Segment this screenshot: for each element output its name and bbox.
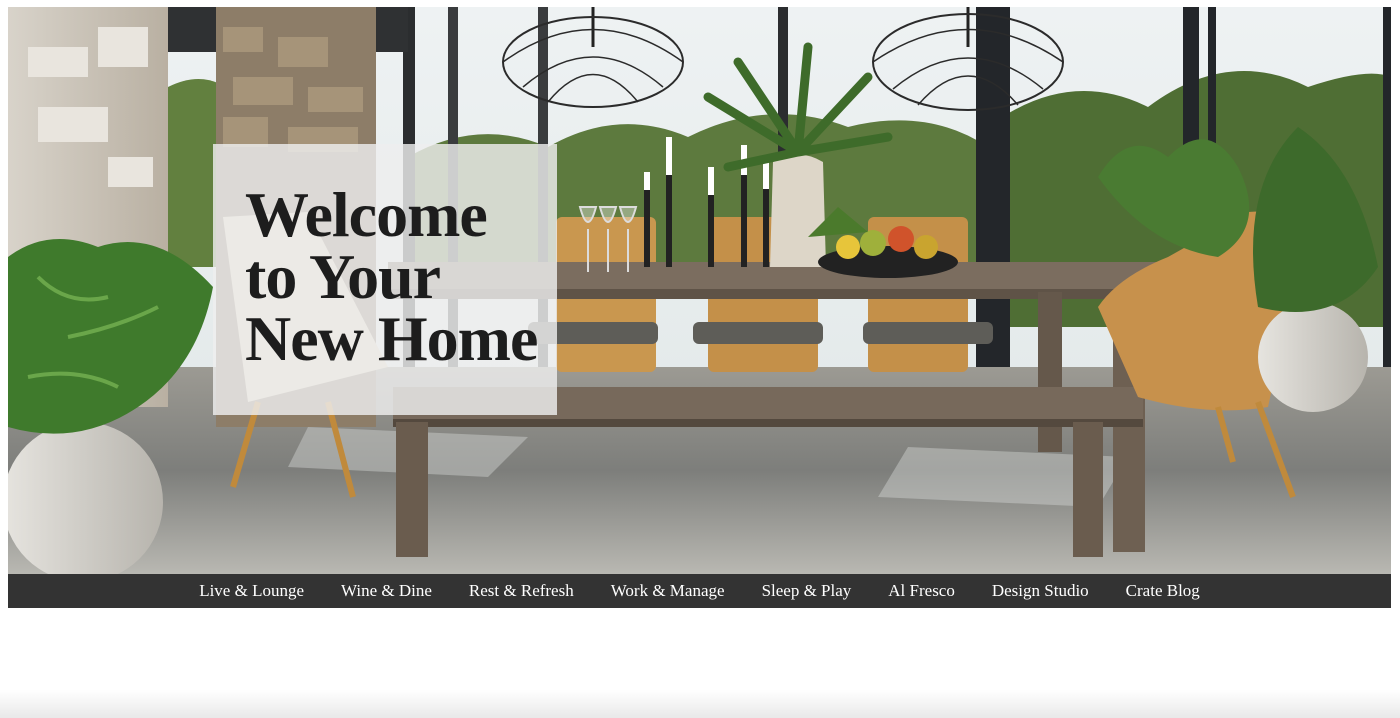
hero-title-line: to Your: [245, 241, 441, 312]
main-nav: Live & Lounge Wine & Dine Rest & Refresh…: [8, 574, 1391, 608]
bottom-divider-shadow: [0, 690, 1400, 718]
hero-banner: Welcome to Your New Home: [8, 7, 1391, 574]
nav-item-live-lounge[interactable]: Live & Lounge: [199, 574, 304, 608]
welcome-panel: Welcome to Your New Home: [213, 144, 557, 415]
nav-list: Live & Lounge Wine & Dine Rest & Refresh…: [8, 574, 1391, 608]
nav-item-wine-dine[interactable]: Wine & Dine: [341, 574, 432, 608]
nav-item-crate-blog[interactable]: Crate Blog: [1126, 574, 1200, 608]
hero-title: Welcome to Your New Home: [245, 179, 545, 374]
nav-item-rest-refresh[interactable]: Rest & Refresh: [469, 574, 574, 608]
nav-item-sleep-play[interactable]: Sleep & Play: [762, 574, 852, 608]
hero-title-line: Welcome: [245, 179, 488, 250]
nav-item-al-fresco[interactable]: Al Fresco: [888, 574, 955, 608]
hero-title-line: New Home: [245, 303, 538, 374]
nav-item-design-studio[interactable]: Design Studio: [992, 574, 1089, 608]
nav-item-work-manage[interactable]: Work & Manage: [611, 574, 725, 608]
